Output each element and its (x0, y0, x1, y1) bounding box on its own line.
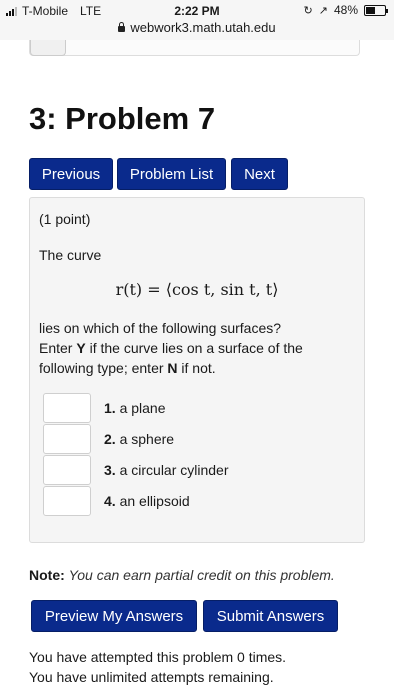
problem-list-button[interactable]: Problem List (117, 158, 226, 190)
question-line: lies on which of the following surfaces? (39, 320, 282, 336)
location-icon: ↗ (318, 4, 328, 17)
answer-input-3[interactable] (43, 455, 91, 485)
instruction-if-not: if not. (177, 360, 216, 376)
menu-button-stub[interactable] (30, 40, 66, 56)
attempts-remaining: You have unlimited attempts remaining. (29, 669, 274, 685)
submit-answers-button[interactable]: Submit Answers (203, 600, 338, 632)
formula-lhs: r(t) = (115, 280, 166, 299)
note-text: You can earn partial credit on this prob… (68, 567, 335, 583)
scrolled-header-remnant (29, 40, 360, 56)
answer-label-2: 2. a sphere (104, 431, 174, 447)
status-bar: T-Mobile LTE 2:22 PM ↻ ↗ 48% (0, 0, 394, 20)
answer-input-1[interactable] (43, 393, 91, 423)
lock-icon (118, 22, 126, 32)
url-bar[interactable]: webwork3.math.utah.edu (0, 20, 394, 40)
answer-input-2[interactable] (43, 424, 91, 454)
battery-fill (366, 6, 375, 14)
answer-label-3: 3. a circular cylinder (104, 462, 229, 478)
answer-label-4: 4. an ellipsoid (104, 493, 190, 509)
note-label: Note: (29, 567, 65, 583)
answer-text: a plane (119, 400, 166, 416)
answer-number: 1. (104, 400, 116, 416)
problem-box: (1 point) The curve r(t) = ⟨cos t, sin t… (29, 197, 365, 543)
url-text: webwork3.math.utah.edu (130, 20, 276, 35)
formula-rhs: ⟨cos t, sin t, t⟩ (165, 280, 279, 299)
problem-intro: The curve (39, 247, 102, 263)
preview-answers-button[interactable]: Preview My Answers (31, 600, 197, 632)
status-right: ↻ ↗ 48% (303, 3, 388, 17)
answer-number: 4. (104, 493, 116, 509)
answer-text: a circular cylinder (119, 462, 229, 478)
answer-label-1: 1. a plane (104, 400, 166, 416)
answer-input-4[interactable] (43, 486, 91, 516)
previous-button[interactable]: Previous (29, 158, 113, 190)
page-title: 3: Problem 7 (29, 101, 216, 136)
instruction-y: Y (76, 340, 86, 356)
rotation-lock-icon: ↻ (303, 4, 313, 17)
battery-icon (364, 4, 388, 16)
answer-text: a sphere (119, 431, 175, 447)
instruction-enter: Enter (39, 340, 77, 356)
answer-row: 3. a circular cylinder (43, 455, 343, 485)
next-button[interactable]: Next (231, 158, 288, 190)
answer-number: 2. (104, 431, 116, 447)
answer-row: 2. a sphere (43, 424, 343, 454)
answer-row: 1. a plane (43, 393, 343, 423)
attempts-count: You have attempted this problem 0 times. (29, 649, 287, 665)
problem-question: lies on which of the following surfaces?… (39, 318, 359, 378)
battery-percent: 48% (333, 3, 358, 17)
curve-formula: r(t) = ⟨cos t, sin t, t⟩ (30, 280, 364, 299)
answer-number: 3. (104, 462, 116, 478)
partial-credit-note: Note: You can earn partial credit on thi… (29, 567, 335, 583)
problem-points: (1 point) (39, 211, 91, 227)
instruction-n: N (167, 360, 178, 376)
answer-text: an ellipsoid (119, 493, 190, 509)
answer-row: 4. an ellipsoid (43, 486, 343, 516)
